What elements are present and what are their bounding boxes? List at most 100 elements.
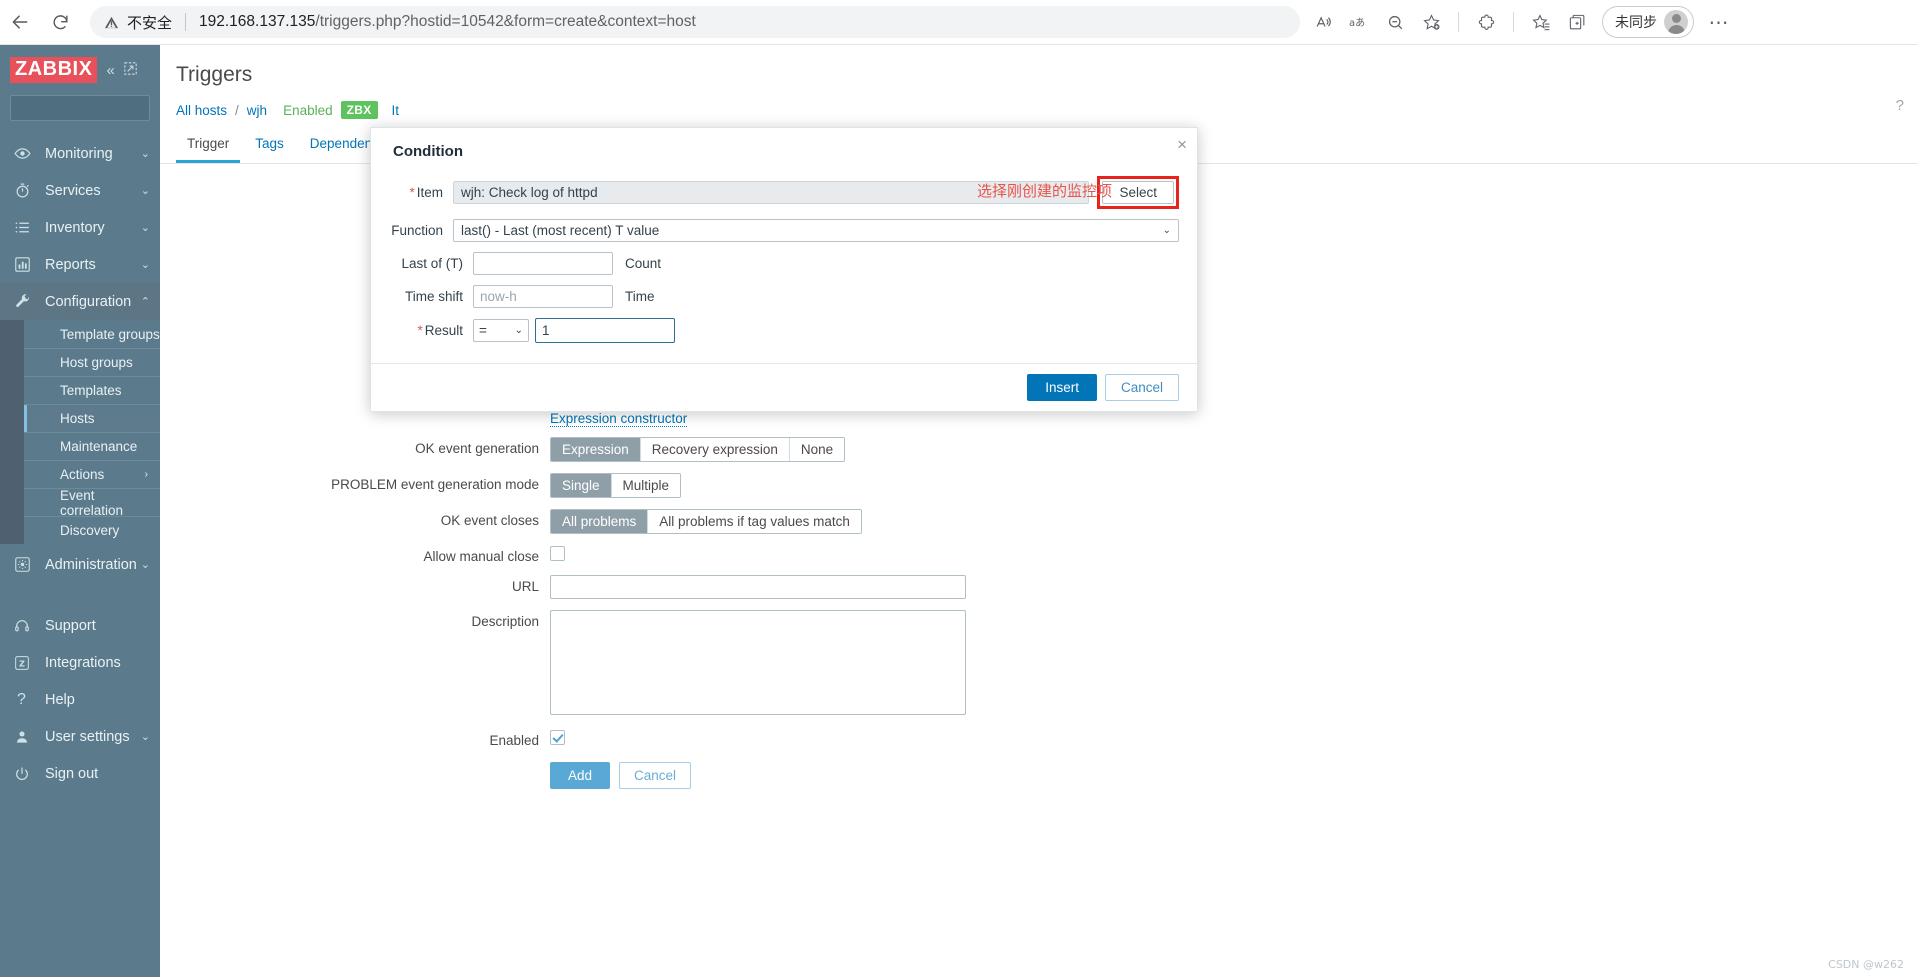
- label-ok-event-closes: OK event closes: [440, 513, 539, 528]
- breadcrumb-host[interactable]: wjh: [247, 103, 267, 118]
- wrench-icon: [14, 293, 38, 310]
- profile-button[interactable]: 未同步: [1602, 6, 1694, 38]
- collections-icon[interactable]: [1560, 5, 1594, 39]
- hide-sidebar-icon[interactable]: [124, 62, 137, 78]
- sidebar-item-inventory[interactable]: Inventory ⌄: [0, 209, 160, 246]
- ok-event-generation-wrap: Expression Recovery expression None: [550, 437, 1918, 462]
- sidebar-item-support[interactable]: Support: [0, 607, 160, 644]
- chevron-down-icon: ⌄: [140, 559, 150, 571]
- sidebar-subitem-label: Discovery: [60, 523, 120, 538]
- url-input[interactable]: [550, 575, 966, 599]
- segment-single[interactable]: Single: [551, 474, 612, 497]
- tab-trigger[interactable]: Trigger: [176, 129, 241, 163]
- segment-all-problems-tag-match[interactable]: All problems if tag values match: [648, 510, 861, 533]
- sidebar-item-host-groups[interactable]: Host groups: [24, 348, 160, 376]
- tab-tags[interactable]: Tags: [244, 129, 295, 163]
- sidebar-item-hosts[interactable]: Hosts: [24, 404, 160, 432]
- url-path: /triggers.php?hostid=10542&form=create&c…: [315, 13, 696, 30]
- zabbix-logo[interactable]: ZABBIX: [10, 57, 98, 83]
- browser-toolbar: 不安全 192.168.137.135/triggers.php?hostid=…: [0, 0, 1918, 45]
- toolbar-divider-1: [1458, 12, 1459, 32]
- enabled-checkbox[interactable]: [550, 729, 565, 745]
- sidebar-item-reports[interactable]: Reports ⌄: [0, 246, 160, 283]
- breadcrumb: All hosts / wjh Enabled ZBX It: [160, 87, 1918, 119]
- search-input[interactable]: [17, 100, 160, 116]
- translate-icon[interactable]: aあ: [1342, 5, 1376, 39]
- sidebar-item-help[interactable]: ? Help: [0, 681, 160, 718]
- time-shift-input[interactable]: [473, 285, 613, 308]
- page-help-icon[interactable]: ?: [1896, 97, 1904, 114]
- description-textarea[interactable]: [550, 610, 966, 715]
- address-bar[interactable]: 不安全 192.168.137.135/triggers.php?hostid=…: [90, 6, 1300, 38]
- condition-dialog: × Condition * Item wjh: Check log of http…: [370, 127, 1198, 412]
- sidebar-item-template-groups[interactable]: Template groups: [24, 320, 160, 348]
- sidebar-item-integrations[interactable]: Z Integrations: [0, 644, 160, 681]
- sidebar-search[interactable]: [10, 95, 160, 121]
- sidebar-item-maintenance[interactable]: Maintenance: [24, 432, 160, 460]
- zabbix-z-icon: Z: [14, 655, 38, 671]
- sidebar-item-label: Support: [45, 617, 96, 634]
- sidebar-item-administration[interactable]: Administration ⌄: [0, 546, 160, 583]
- page-header: Triggers: [160, 45, 1918, 87]
- stopwatch-icon: [14, 182, 38, 199]
- sidebar-subitem-label: Host groups: [60, 355, 133, 370]
- chevron-down-icon: ⌄: [514, 325, 523, 336]
- chevron-down-icon: ⌄: [140, 222, 150, 234]
- form-row-description: Description: [160, 610, 1918, 718]
- sidebar-item-monitoring[interactable]: Monitoring ⌄: [0, 135, 160, 172]
- sidebar-subitem-label: Template groups: [60, 326, 160, 342]
- form-row-ok-event-generation: OK event generation Expression Recovery …: [160, 437, 1918, 462]
- result-input[interactable]: [535, 318, 675, 343]
- url-host: 192.168.137.135: [199, 13, 316, 30]
- modal-row-time-shift: Time shift Time: [389, 285, 1179, 308]
- label-item: * Item: [389, 185, 453, 200]
- sync-status-label: 未同步: [1615, 14, 1657, 30]
- question-mark-icon: ?: [17, 690, 26, 708]
- more-options-icon[interactable]: ⋯: [1702, 5, 1736, 39]
- form-row-expression-constructor: Expression constructor: [160, 411, 1918, 427]
- eye-icon: [14, 145, 38, 162]
- gear-icon: [14, 556, 38, 573]
- svg-text:Z: Z: [19, 659, 25, 668]
- segment-all-problems[interactable]: All problems: [551, 510, 649, 533]
- chevron-up-icon: ⌃: [140, 296, 150, 308]
- sidebar-item-discovery[interactable]: Discovery: [24, 516, 160, 544]
- last-of-t-input[interactable]: [473, 252, 613, 275]
- segment-multiple[interactable]: Multiple: [611, 474, 681, 497]
- segment-none[interactable]: None: [789, 438, 845, 461]
- select-button[interactable]: Select: [1102, 181, 1174, 204]
- allow-manual-close-checkbox[interactable]: [550, 545, 565, 561]
- modal-cancel-button[interactable]: Cancel: [1104, 374, 1179, 401]
- collapse-sidebar-icon[interactable]: «: [106, 63, 114, 78]
- sidebar-item-event-correlation[interactable]: Event correlation: [24, 488, 160, 518]
- zoom-out-icon[interactable]: [1378, 5, 1412, 39]
- sidebar-item-configuration[interactable]: Configuration ⌃: [0, 283, 160, 320]
- sidebar-item-actions[interactable]: Actions ›: [24, 460, 160, 488]
- agent-badge[interactable]: ZBX: [340, 101, 378, 119]
- segment-expression[interactable]: Expression: [551, 438, 641, 461]
- add-favorite-icon[interactable]: [1414, 5, 1448, 39]
- expression-constructor-link[interactable]: Expression constructor: [550, 411, 688, 427]
- label-description: Description: [471, 614, 539, 629]
- sidebar-item-services[interactable]: Services ⌄: [0, 172, 160, 209]
- sidebar-item-user-settings[interactable]: User settings ⌄: [0, 718, 160, 755]
- close-icon[interactable]: ×: [1177, 136, 1187, 153]
- extensions-icon[interactable]: [1469, 5, 1503, 39]
- favorites-icon[interactable]: [1524, 5, 1558, 39]
- segment-recovery-expression[interactable]: Recovery expression: [640, 438, 790, 461]
- modal-row-result: * Result = ⌄: [389, 318, 1179, 343]
- back-arrow-icon[interactable]: [0, 2, 40, 42]
- result-operator-select[interactable]: = ⌄: [473, 319, 529, 342]
- label-ok-event-generation: OK event generation: [415, 441, 539, 456]
- sidebar-item-templates[interactable]: Templates: [24, 376, 160, 404]
- insert-button[interactable]: Insert: [1027, 374, 1097, 401]
- function-select[interactable]: last() - Last (most recent) T value ⌄: [453, 219, 1179, 242]
- add-button[interactable]: Add: [550, 762, 611, 789]
- dialog-title: Condition: [393, 143, 463, 160]
- reload-icon[interactable]: [40, 2, 80, 42]
- read-aloud-icon[interactable]: [1306, 5, 1340, 39]
- cancel-button[interactable]: Cancel: [619, 762, 692, 789]
- form-row-enabled: Enabled: [160, 729, 1918, 748]
- sidebar-item-sign-out[interactable]: Sign out: [0, 755, 160, 792]
- breadcrumb-all-hosts[interactable]: All hosts: [176, 103, 227, 118]
